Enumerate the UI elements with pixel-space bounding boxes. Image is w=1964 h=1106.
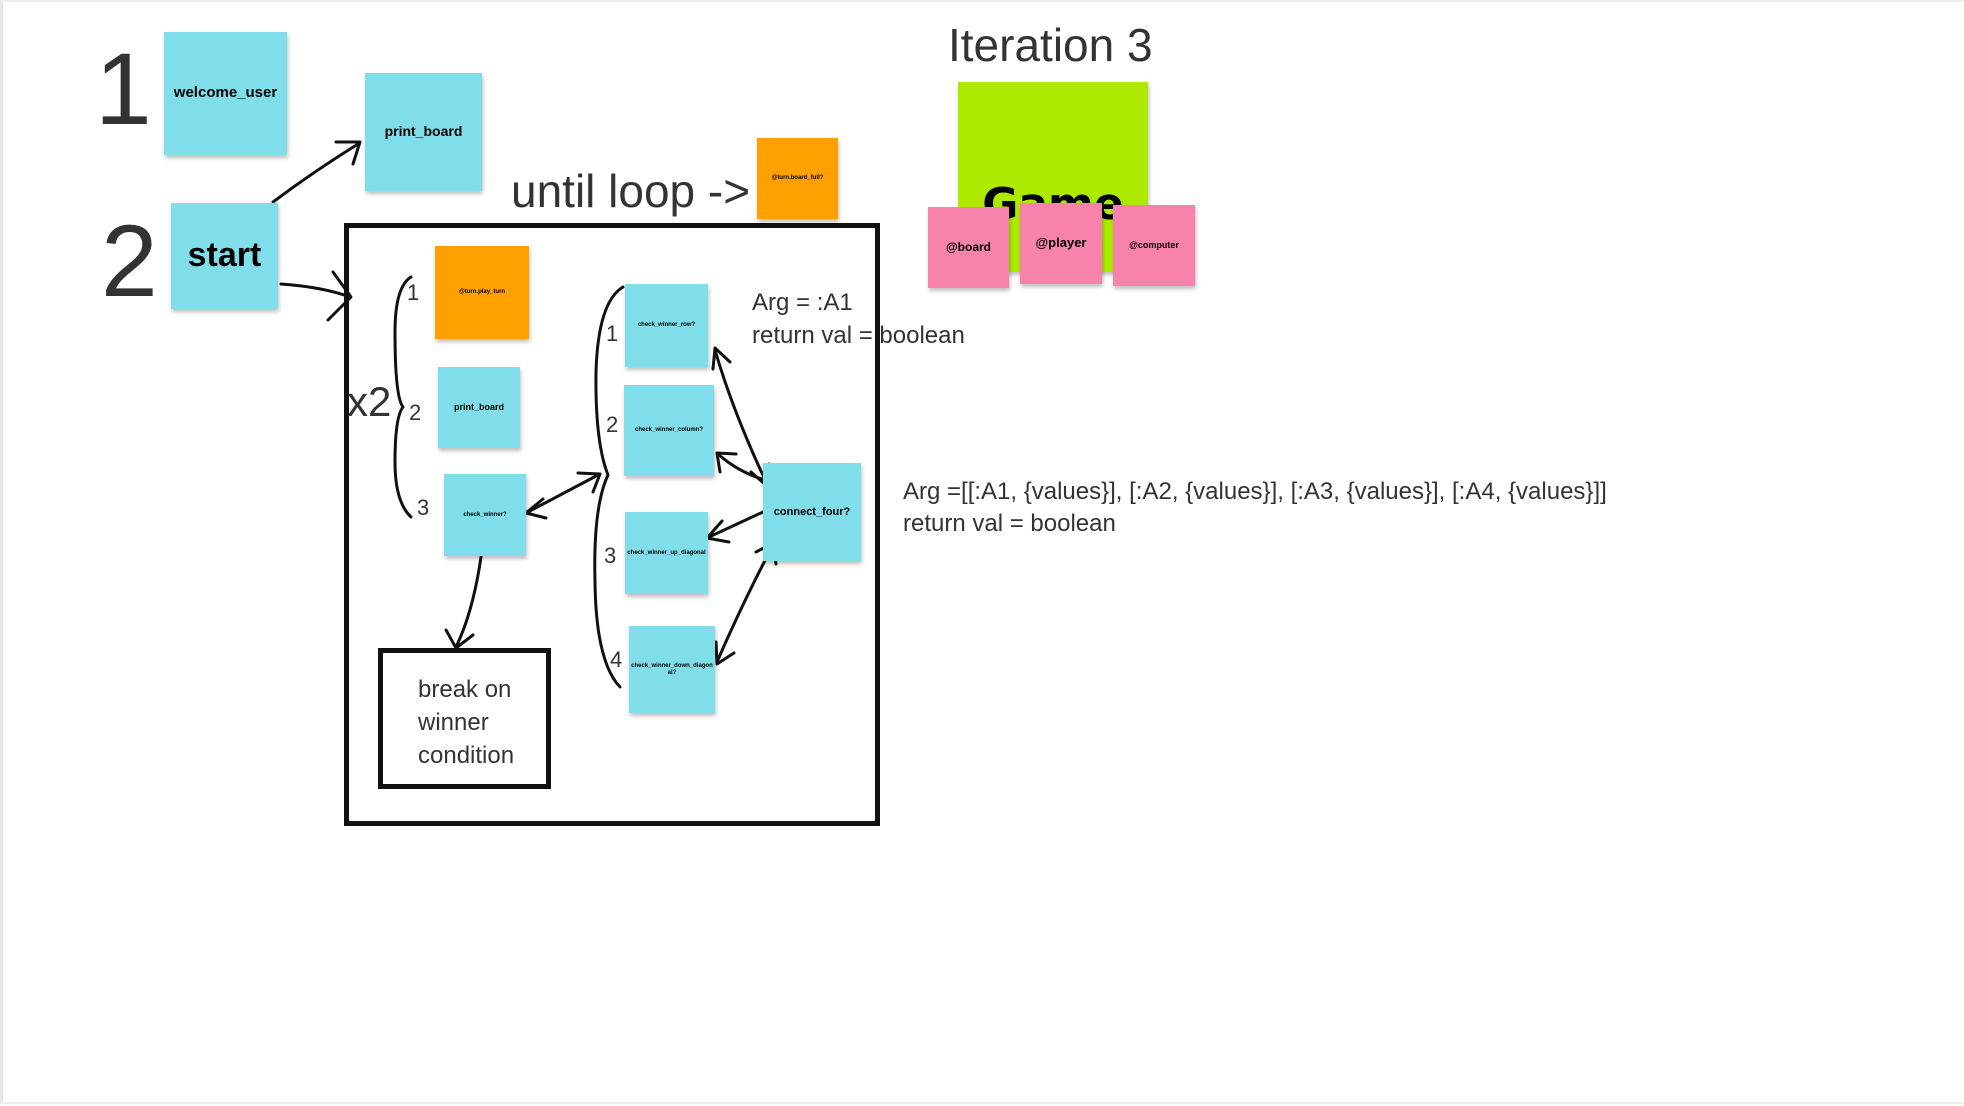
break-on-winner-text: break on winner condition (418, 676, 515, 769)
x2-label: x2 (347, 378, 392, 425)
sticky-check-winner-up-diagonal[interactable]: check_winner_up_diagonal (625, 512, 708, 594)
turn-step-1-label: 1 (407, 280, 420, 305)
return-val-text-1: return val = boolean (752, 322, 965, 349)
break-on-winner-box: break on winner condition (378, 648, 551, 789)
sticky-play-turn[interactable]: @turn.play_turn (435, 246, 529, 339)
until-loop-label: until loop -> (511, 165, 751, 217)
sticky-check-winner-row[interactable]: check_winner_row? (625, 284, 708, 367)
sticky-start[interactable]: start (171, 203, 278, 309)
sticky-check-winner-down-diagonal[interactable]: check_winner_down_diagonal? (629, 626, 715, 713)
check-step-4-label: 4 (610, 647, 623, 672)
sticky-computer-attr[interactable]: @computer (1113, 205, 1195, 286)
turn-step-3-label: 3 (417, 495, 430, 520)
arrow-start-to-loop (279, 282, 352, 299)
sticky-player-attr[interactable]: @player (1020, 203, 1102, 284)
sticky-print-board-top[interactable]: print_board (365, 73, 482, 191)
sticky-welcome-user[interactable]: welcome_user (164, 32, 287, 155)
sticky-check-winner[interactable]: check_winner? (444, 474, 526, 556)
return-val-text-2: return val = boolean (903, 510, 1116, 537)
whiteboard-canvas[interactable]: 1 2 Iteration 3 welcome_user print_board… (0, 0, 1964, 1104)
sticky-board-full[interactable]: @turn.board_full? (757, 138, 838, 219)
step-number-2: 2 (101, 204, 158, 318)
arg-a1-text: Arg = :A1 (752, 289, 853, 316)
check-step-3-label: 3 (604, 543, 617, 568)
turn-step-2-label: 2 (409, 400, 422, 425)
check-step-2-label: 2 (606, 412, 619, 437)
page-title: Iteration 3 (948, 19, 1153, 71)
sticky-check-winner-column[interactable]: check_winner_column? (624, 385, 714, 476)
step-number-1: 1 (95, 32, 152, 146)
sticky-board-attr[interactable]: @board (928, 207, 1009, 288)
arg-values-text: Arg =[[:A1, {values}], [:A2, {values}], … (903, 478, 1607, 505)
check-step-1-label: 1 (606, 321, 619, 346)
sticky-connect-four[interactable]: connect_four? (763, 463, 861, 561)
sticky-print-board-inner[interactable]: print_board (438, 367, 520, 448)
